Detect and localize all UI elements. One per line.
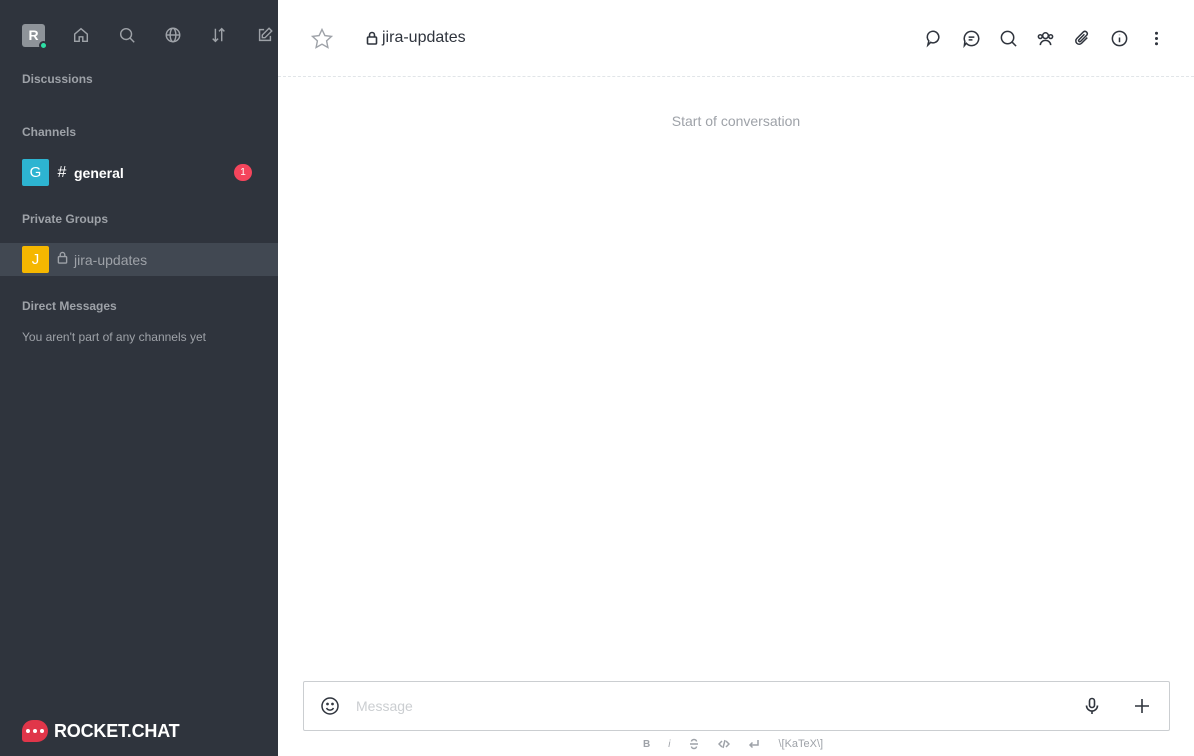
strikethrough-button[interactable]: [688, 738, 700, 750]
multiline-button[interactable]: [748, 738, 760, 750]
threads-icon[interactable]: [924, 28, 944, 48]
italic-button[interactable]: i: [668, 739, 670, 750]
kebab-menu-icon[interactable]: [1146, 28, 1166, 48]
directory-globe-icon[interactable]: [163, 25, 183, 45]
members-icon[interactable]: [1035, 28, 1055, 48]
sort-icon[interactable]: [209, 25, 229, 45]
search-messages-icon[interactable]: [998, 28, 1018, 48]
section-title-private-groups: Private Groups: [22, 212, 109, 226]
section-title-direct-messages: Direct Messages: [22, 299, 117, 313]
rocket-chat-logo: ROCKET.CHAT: [22, 720, 180, 742]
create-new-icon[interactable]: [255, 25, 275, 45]
room-info-icon[interactable]: [1109, 28, 1129, 48]
sidebar-toolbar: R: [0, 0, 278, 70]
formatting-toolbar: B i \[KaTeX\]: [643, 738, 841, 750]
start-of-conversation: Start of conversation: [671, 113, 801, 129]
online-status-dot: [39, 40, 48, 50]
return-icon: [749, 740, 760, 749]
message-input[interactable]: [356, 698, 1081, 714]
hash-icon: #: [57, 163, 67, 181]
section-title-discussions[interactable]: Discussions: [22, 72, 93, 86]
plus-actions-icon[interactable]: [1131, 695, 1153, 717]
katex-button[interactable]: \[KaTeX\]: [778, 738, 823, 750]
microphone-icon[interactable]: [1081, 695, 1103, 717]
app-window: R Discussions Channels G # general 1 Pri…: [0, 0, 1194, 756]
logo-text: ROCKET.CHAT: [54, 720, 180, 741]
room-title-text: jira-updates: [382, 29, 466, 46]
code-icon: [718, 739, 731, 749]
room-title: jira-updates: [366, 29, 466, 47]
rocket-chat-logo-icon: [22, 720, 48, 742]
unread-badge: 1: [234, 164, 252, 181]
room-avatar: G: [22, 159, 49, 186]
sidebar-item-general[interactable]: G # general 1: [0, 156, 278, 189]
message-composer: [303, 681, 1170, 731]
strikethrough-icon: [690, 738, 699, 750]
favorite-star-icon[interactable]: [310, 27, 334, 51]
room-avatar: J: [22, 246, 49, 273]
lock-icon: [56, 251, 68, 269]
lock-icon: [366, 31, 378, 45]
discussion-icon[interactable]: [961, 28, 981, 48]
room-name: general: [74, 164, 124, 181]
search-icon[interactable]: [117, 25, 137, 45]
header-toolbar: [907, 28, 1194, 48]
code-button[interactable]: [718, 738, 731, 750]
user-avatar[interactable]: R: [22, 23, 48, 50]
room-name: jira-updates: [74, 251, 148, 268]
room-header: jira-updates: [278, 0, 1194, 77]
emoji-picker-icon[interactable]: [319, 695, 341, 717]
room-main: jira-updates Start of conversation Messa…: [278, 0, 1194, 756]
bold-button[interactable]: B: [643, 739, 650, 750]
home-icon[interactable]: [71, 25, 91, 45]
sidebar: R Discussions Channels G # general 1 Pri…: [0, 0, 278, 756]
files-attachment-icon[interactable]: [1072, 28, 1092, 48]
direct-messages-empty-note: You aren't part of any channels yet: [22, 330, 206, 344]
user-avatar-letter: R: [28, 27, 39, 43]
section-title-channels: Channels: [22, 125, 77, 139]
sidebar-item-jira-updates[interactable]: J jira-updates: [0, 243, 278, 276]
